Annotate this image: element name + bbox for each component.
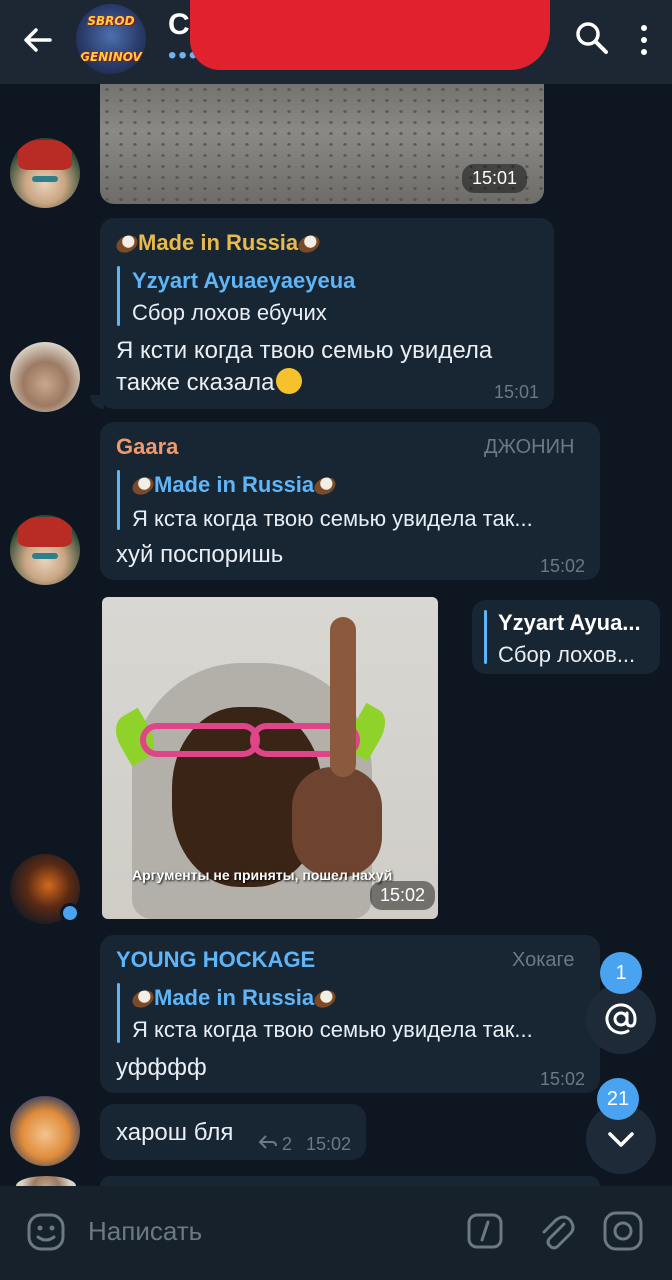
- attach-icon[interactable]: [536, 1210, 576, 1252]
- reply-bar: [117, 983, 120, 1043]
- message-time: 15:02: [540, 556, 586, 576]
- bot-commands-icon[interactable]: [466, 1212, 504, 1250]
- message-time: 15:01: [462, 164, 528, 193]
- search-icon[interactable]: [574, 20, 610, 56]
- message-time: 15:02: [306, 1134, 352, 1154]
- reply-bar: [117, 266, 120, 326]
- group-avatar-line2: GENINOV: [80, 50, 142, 64]
- message-time: 15:02: [370, 881, 436, 910]
- group-avatar-line1: SBROD: [87, 14, 135, 28]
- meme-hand: [292, 767, 382, 877]
- at-sign-icon: [605, 1003, 637, 1035]
- meme-glasses: [140, 723, 260, 757]
- message-bubble[interactable]: Made in Russia Yzyart Ayuaeyaeyeua Сбор …: [100, 218, 554, 409]
- reply-bar: [484, 610, 487, 664]
- avatar[interactable]: [10, 138, 80, 208]
- message-composer: Написать: [0, 1186, 672, 1280]
- camera-icon[interactable]: [602, 1210, 644, 1252]
- reply-preview[interactable]: Yzyart Ayua... Сбор лохов...: [472, 600, 660, 674]
- yawn-emoji-icon: [276, 368, 303, 394]
- message-text-line2: также сказала: [116, 368, 303, 398]
- reply-bar: [117, 470, 120, 530]
- reply-text: Сбор лохов ебучих: [132, 300, 327, 325]
- message-text: уфффф: [116, 1054, 207, 1081]
- mentions-badge: 1: [600, 952, 642, 994]
- photo-message[interactable]: 15:01: [100, 84, 544, 204]
- avatar[interactable]: [10, 1096, 80, 1166]
- reply-author: Made in Russia: [129, 985, 339, 1011]
- redaction-mark: [190, 0, 550, 70]
- message-input[interactable]: Написать: [88, 1216, 202, 1247]
- avatar[interactable]: [10, 342, 80, 412]
- mentions-button[interactable]: [586, 984, 656, 1054]
- coconut-emoji-icon: [311, 987, 339, 1011]
- message-text: хуй поспоришь: [116, 541, 284, 568]
- message-text-line1: Я ксти когда твою семью увидела: [116, 337, 493, 364]
- reply-text: Я кста когда твою семью увидела так...: [132, 1017, 533, 1042]
- reply-text: Сбор лохов...: [498, 642, 636, 667]
- more-menu-icon[interactable]: [632, 22, 656, 58]
- reply-author: Yzyart Ayuaeyaeyeua: [132, 268, 356, 293]
- coconut-emoji-icon: [113, 232, 141, 256]
- message-bubble[interactable]: YOUNG HOCKAGE Хокаге Made in Russia Я кс…: [100, 935, 600, 1093]
- meme-image[interactable]: Аргументы не приняты, пошел нахуй 15:02: [102, 597, 438, 919]
- reply-author: Yzyart Ayua...: [498, 610, 641, 635]
- message-author[interactable]: YOUNG HOCKAGE: [116, 947, 315, 973]
- replies-count[interactable]: 2: [282, 1134, 292, 1155]
- author-role: Хокаге: [512, 949, 575, 971]
- coconut-emoji-icon: [311, 474, 339, 498]
- chevron-down-icon: [608, 1132, 634, 1147]
- message-bubble[interactable]: Gaara ДЖОНИН Made in Russia Я кста когда…: [100, 422, 600, 580]
- emoji-icon[interactable]: [26, 1212, 66, 1252]
- back-arrow-icon[interactable]: [18, 20, 58, 60]
- unread-badge: 21: [597, 1078, 639, 1120]
- message-text: харош бля: [116, 1119, 234, 1146]
- message-time: 15:01: [494, 382, 540, 402]
- online-indicator: [60, 903, 80, 923]
- coconut-emoji-icon: [129, 987, 157, 1011]
- group-avatar[interactable]: SBROD GENINOV: [76, 4, 146, 74]
- coconut-emoji-icon: [129, 474, 157, 498]
- meme-caption: Аргументы не приняты, пошел нахуй: [132, 867, 393, 883]
- chat-header: SBROD GENINOV Сб •••: [0, 0, 672, 84]
- reply-arrow-icon: [258, 1135, 277, 1149]
- message-time: 15:02: [540, 1069, 586, 1089]
- meme-finger: [330, 617, 356, 777]
- reply-text: Я кста когда твою семью увидела так...: [132, 506, 533, 531]
- author-role: ДЖОНИН: [484, 436, 575, 458]
- message-author[interactable]: Made in Russia: [113, 230, 323, 256]
- message-bubble[interactable]: харош бля 2 15:02: [100, 1104, 366, 1160]
- bubble-tail: [90, 395, 104, 409]
- reply-author: Made in Russia: [129, 472, 339, 498]
- coconut-emoji-icon: [295, 232, 323, 256]
- avatar[interactable]: [10, 515, 80, 585]
- message-author[interactable]: Gaara: [116, 434, 178, 460]
